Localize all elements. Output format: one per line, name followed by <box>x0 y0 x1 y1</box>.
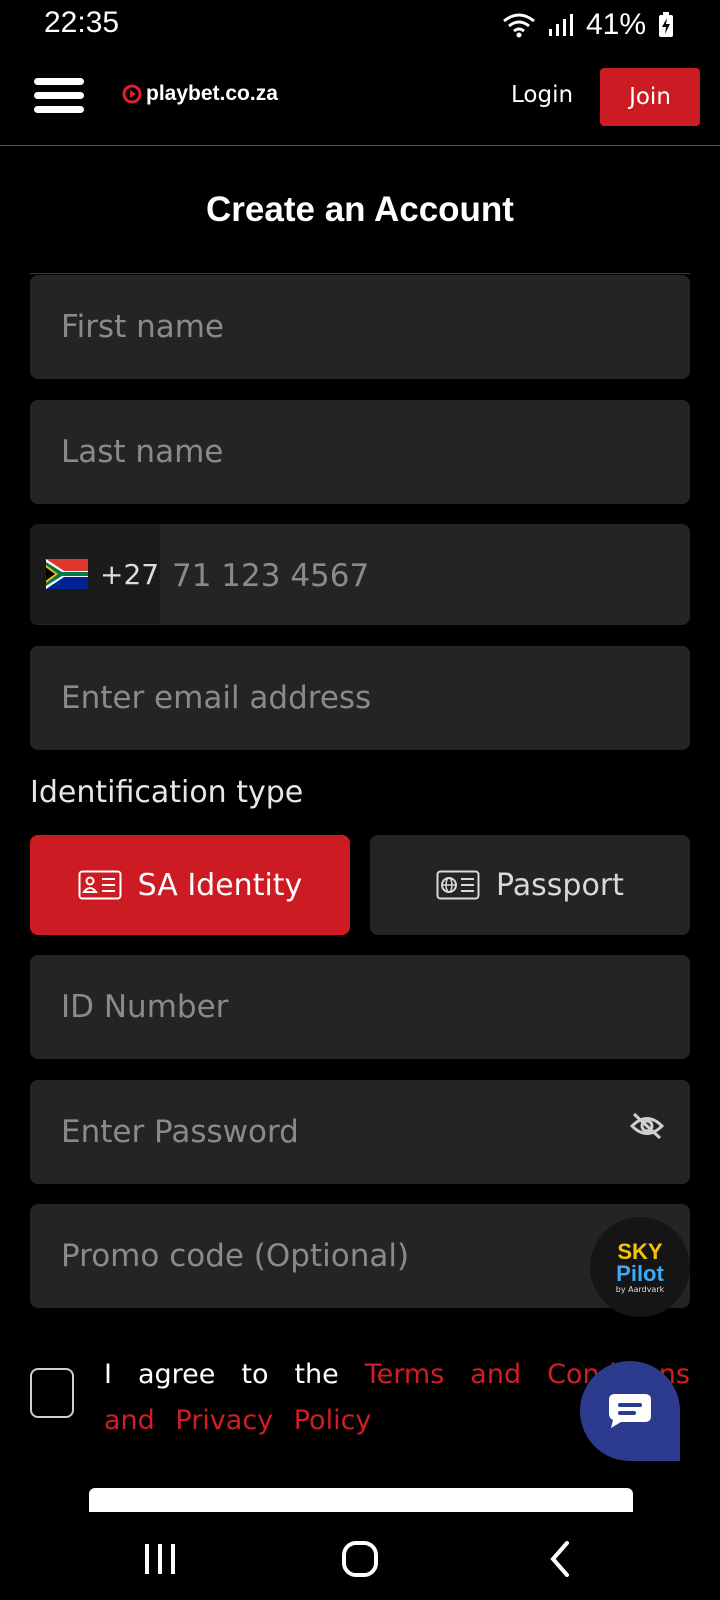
submit-button[interactable] <box>89 1488 633 1512</box>
sa-identity-label: SA Identity <box>137 867 303 903</box>
and-text: and <box>104 1405 155 1436</box>
brand-logo[interactable]: playbet.co.za <box>122 82 278 106</box>
sa-identity-option[interactable]: SA Identity <box>30 835 350 935</box>
divider <box>30 273 690 274</box>
identification-type-label: Identification type <box>30 775 304 810</box>
terms-checkbox[interactable] <box>30 1368 74 1418</box>
battery-charging-icon <box>659 12 673 37</box>
login-link[interactable]: Login <box>511 82 573 108</box>
badge-by: by Aardvark <box>615 1284 665 1294</box>
badge-subtitle: Pilot <box>616 1260 664 1286</box>
wifi-icon <box>503 13 535 38</box>
recent-apps-icon[interactable] <box>130 1534 190 1584</box>
first-name-field[interactable]: First name <box>30 275 690 379</box>
status-icons: 41% <box>502 8 674 42</box>
country-code-selector[interactable]: +27 <box>30 524 160 624</box>
password-field[interactable]: Enter Password <box>30 1080 690 1184</box>
chat-button[interactable] <box>580 1361 680 1461</box>
dial-code: +27 <box>100 557 160 591</box>
id-number-placeholder: ID Number <box>61 989 229 1025</box>
promo-code-placeholder: Promo code (Optional) <box>61 1238 410 1274</box>
agree-prefix: I agree to the <box>104 1359 339 1390</box>
play-logo-icon <box>122 84 142 104</box>
hamburger-menu-icon[interactable] <box>34 76 86 116</box>
home-icon[interactable] <box>330 1534 390 1584</box>
logo-text: playbet.co.za <box>146 82 278 105</box>
passport-icon <box>436 870 480 900</box>
screen: 22:35 41% playbet.co.za Login Join Creat… <box>0 0 720 1600</box>
south-africa-flag-icon <box>46 559 88 589</box>
password-placeholder: Enter Password <box>61 1114 299 1150</box>
status-bar: 22:35 41% <box>0 0 720 52</box>
back-icon[interactable] <box>530 1534 590 1584</box>
page-title: Create an Account <box>206 190 514 229</box>
chat-bubble-icon <box>609 1394 651 1428</box>
last-name-field[interactable]: Last name <box>30 400 690 504</box>
id-card-icon <box>78 870 122 900</box>
battery-percent: 41% <box>585 8 646 41</box>
passport-option[interactable]: Passport <box>370 835 690 935</box>
system-nav-bar <box>0 1512 720 1600</box>
passport-label: Passport <box>496 867 624 903</box>
status-time: 22:35 <box>44 6 120 39</box>
phone-field[interactable]: +27 71 123 4567 <box>30 524 690 625</box>
sky-pilot-game-badge[interactable]: SKY Pilot by Aardvark <box>590 1217 690 1317</box>
signal-icon <box>548 14 573 36</box>
badge-title: SKY <box>617 1238 663 1264</box>
id-number-field[interactable]: ID Number <box>30 955 690 1059</box>
email-field[interactable]: Enter email address <box>30 646 690 750</box>
privacy-policy-link[interactable]: Privacy Policy <box>175 1405 371 1436</box>
email-placeholder: Enter email address <box>61 680 372 716</box>
last-name-placeholder: Last name <box>61 434 224 470</box>
first-name-placeholder: First name <box>61 309 225 345</box>
phone-placeholder: 71 123 4567 <box>172 558 370 594</box>
join-button[interactable]: Join <box>600 68 700 126</box>
eye-off-icon[interactable] <box>630 1112 664 1140</box>
app-header: playbet.co.za Login Join <box>0 52 720 146</box>
